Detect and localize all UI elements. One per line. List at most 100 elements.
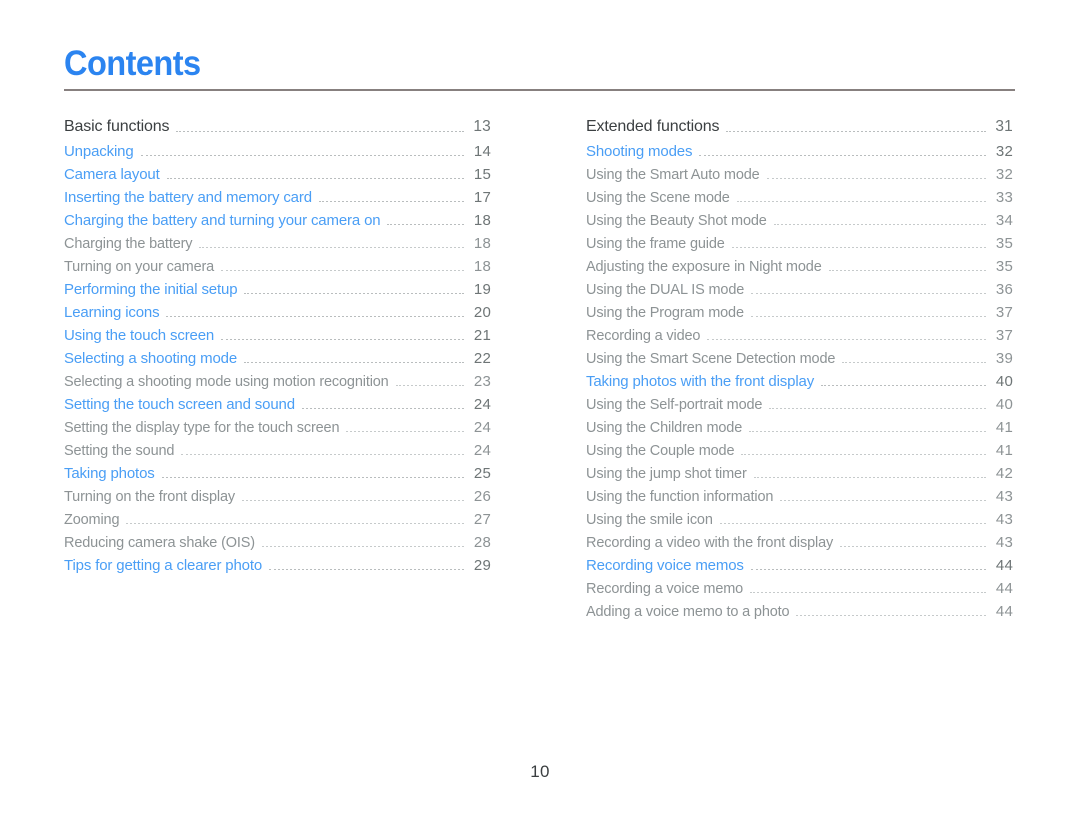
toc-entry-label: Using the Program mode xyxy=(586,305,744,321)
dot-leader xyxy=(241,500,464,501)
toc-column-right: Extended functions 31 Shooting modes 32 Usin… xyxy=(586,114,1013,623)
dot-leader xyxy=(699,155,986,156)
toc-entry[interactable]: Recording a video with the front display… xyxy=(586,531,1013,554)
dot-leader xyxy=(769,408,986,409)
toc-entry[interactable]: Using the Scene mode 33 xyxy=(586,186,1013,209)
toc-entry[interactable]: Using the Smart Auto mode 32 xyxy=(586,163,1013,186)
toc-entry[interactable]: Shooting modes 32 xyxy=(586,140,1013,163)
dot-leader xyxy=(766,178,986,179)
toc-entry[interactable]: Setting the sound 24 xyxy=(64,439,491,462)
toc-entry-page-number: 24 xyxy=(473,419,491,436)
toc-entry[interactable]: Recording a voice memo 44 xyxy=(586,577,1013,600)
toc-entry-page-number: 23 xyxy=(473,373,491,390)
dot-leader xyxy=(181,454,464,455)
toc-entry-label: Reducing camera shake (OIS) xyxy=(64,535,255,551)
toc-entry[interactable]: Inserting the battery and memory card 17 xyxy=(64,186,491,209)
toc-entry[interactable]: Taking photos 25 xyxy=(64,462,491,485)
dot-leader xyxy=(387,224,464,225)
toc-entry-page-number: 33 xyxy=(995,189,1013,206)
toc-entry[interactable]: Setting the display type for the touch s… xyxy=(64,416,491,439)
toc-entry[interactable]: Setting the touch screen and sound 24 xyxy=(64,393,491,416)
toc-entry[interactable]: Reducing camera shake (OIS) 28 xyxy=(64,531,491,554)
dot-leader xyxy=(719,523,986,524)
dot-leader xyxy=(244,362,464,363)
toc-entry-label: Zooming xyxy=(64,512,120,528)
toc-entry-page-number: 40 xyxy=(995,396,1013,413)
toc-entry[interactable]: Turning on the front display 26 xyxy=(64,485,491,508)
dot-leader xyxy=(736,201,986,202)
toc-entry[interactable]: Recording a video 37 xyxy=(586,324,1013,347)
toc-entry-page-number: 37 xyxy=(995,304,1013,321)
table-of-contents: Basic functions 13 Unpacking 14 Camera layou… xyxy=(0,114,1080,620)
toc-entry-label: Selecting a shooting mode xyxy=(64,350,238,367)
dot-leader xyxy=(261,546,464,547)
toc-entry[interactable]: Using the function information 43 xyxy=(586,485,1013,508)
toc-entry-label: Using the Couple mode xyxy=(586,443,735,459)
toc-entry[interactable]: Using the Self-portrait mode 40 xyxy=(586,393,1013,416)
toc-entry[interactable]: Using the Program mode 37 xyxy=(586,301,1013,324)
toc-entry-page-number: 17 xyxy=(473,189,491,206)
toc-entry-page-number: 19 xyxy=(473,281,491,298)
toc-entry[interactable]: Using the Children mode 41 xyxy=(586,416,1013,439)
toc-entry-page-number: 13 xyxy=(473,118,491,135)
toc-entry[interactable]: Using the smile icon 43 xyxy=(586,508,1013,531)
dot-leader xyxy=(796,615,986,616)
toc-entry-label: Setting the display type for the touch s… xyxy=(64,420,340,436)
toc-entry[interactable]: Using the Couple mode 41 xyxy=(586,439,1013,462)
toc-entry[interactable]: Adjusting the exposure in Night mode 35 xyxy=(586,255,1013,278)
toc-entry[interactable]: Using the Smart Scene Detection mode 39 xyxy=(586,347,1013,370)
dot-leader xyxy=(726,130,986,132)
toc-entry[interactable]: Selecting a shooting mode 22 xyxy=(64,347,491,370)
dot-leader xyxy=(751,293,986,294)
dot-leader xyxy=(126,523,464,524)
toc-entry-label: Using the smile icon xyxy=(586,512,713,528)
page-number: 10 xyxy=(530,762,550,781)
page-header: Contents xyxy=(64,44,1016,91)
toc-entry-label: Turning on your camera xyxy=(64,259,215,275)
dot-leader xyxy=(269,569,464,570)
dot-leader xyxy=(749,431,986,432)
toc-entry-label: Unpacking xyxy=(64,143,134,160)
toc-entry[interactable]: Performing the initial setup 19 xyxy=(64,278,491,301)
toc-entry[interactable]: Zooming 27 xyxy=(64,508,491,531)
toc-entry[interactable]: Charging the battery 18 xyxy=(64,232,491,255)
toc-entry[interactable]: Turning on your camera 18 xyxy=(64,255,491,278)
dot-leader xyxy=(707,339,986,340)
dot-leader xyxy=(828,270,986,271)
toc-entry[interactable]: Unpacking 14 xyxy=(64,140,491,163)
toc-entry[interactable]: Selecting a shooting mode using motion r… xyxy=(64,370,491,393)
toc-entry-page-number: 37 xyxy=(995,327,1013,344)
toc-entry-page-number: 42 xyxy=(995,465,1013,482)
dot-leader xyxy=(750,316,986,317)
dot-leader xyxy=(780,500,986,501)
toc-entry[interactable]: Using the touch screen 21 xyxy=(64,324,491,347)
dot-leader xyxy=(199,247,464,248)
toc-entry[interactable]: Camera layout 15 xyxy=(64,163,491,186)
dot-leader xyxy=(840,546,986,547)
toc-entry-label: Turning on the front display xyxy=(64,489,235,505)
toc-entry-page-number: 26 xyxy=(473,488,491,505)
toc-entry-label: Recording voice memos xyxy=(586,557,744,574)
toc-entry[interactable]: Using the Beauty Shot mode 34 xyxy=(586,209,1013,232)
toc-entry[interactable]: Using the frame guide 35 xyxy=(586,232,1013,255)
toc-entry[interactable]: Learning icons 20 xyxy=(64,301,491,324)
toc-entry-page-number: 18 xyxy=(473,235,491,252)
dot-leader xyxy=(731,247,986,248)
toc-entry-label: Using the Children mode xyxy=(586,420,743,436)
toc-entry-label: Selecting a shooting mode using motion r… xyxy=(64,374,389,390)
toc-entry-label: Recording a video xyxy=(586,328,701,344)
toc-entry[interactable]: Adding a voice memo to a photo 44 xyxy=(586,600,1013,623)
toc-entry-label: Basic functions xyxy=(64,118,170,135)
toc-entry[interactable]: Taking photos with the front display 40 xyxy=(586,370,1013,393)
toc-entry[interactable]: Recording voice memos 44 xyxy=(586,554,1013,577)
toc-entry[interactable]: Using the jump shot timer 42 xyxy=(586,462,1013,485)
toc-entry[interactable]: Using the DUAL IS mode 36 xyxy=(586,278,1013,301)
toc-entry[interactable]: Tips for getting a clearer photo 29 xyxy=(64,554,491,577)
toc-entry[interactable]: Charging the battery and turning your ca… xyxy=(64,209,491,232)
toc-entry-page-number: 35 xyxy=(995,258,1013,275)
dot-leader xyxy=(842,362,986,363)
toc-entry-page-number: 31 xyxy=(995,118,1013,135)
toc-entry-page-number: 32 xyxy=(995,166,1013,183)
toc-entry-page-number: 41 xyxy=(995,419,1013,436)
toc-entry-label: Using the touch screen xyxy=(64,327,215,344)
